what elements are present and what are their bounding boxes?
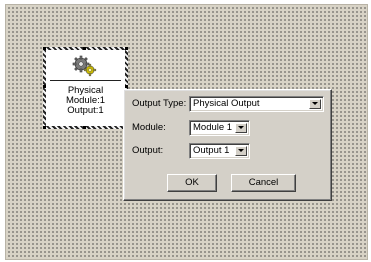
output-label: Output: bbox=[132, 145, 164, 156]
node-body: Physical Module:1 Output:1 bbox=[43, 47, 128, 129]
output-type-value: Physical Output bbox=[193, 98, 260, 109]
physical-output-node[interactable]: Physical Module:1 Output:1 bbox=[43, 47, 128, 129]
cancel-button[interactable]: Cancel bbox=[231, 174, 296, 192]
chevron-down-icon[interactable] bbox=[235, 123, 247, 133]
output-select[interactable]: Output 1 bbox=[189, 143, 250, 159]
module-label: Module: bbox=[132, 122, 166, 133]
ok-button[interactable]: OK bbox=[167, 174, 217, 192]
module-value: Module 1 bbox=[193, 122, 233, 133]
output-properties-dialog: Output Type: Physical Output Module: Mod… bbox=[123, 89, 332, 201]
node-output-label: Output:1 bbox=[67, 105, 104, 116]
resize-handle-tr[interactable] bbox=[125, 47, 128, 50]
resize-handle-r[interactable] bbox=[125, 85, 128, 88]
module-select[interactable]: Module 1 bbox=[189, 120, 250, 136]
resize-handle-b[interactable] bbox=[83, 126, 86, 129]
resize-handle-bl[interactable] bbox=[43, 126, 46, 129]
output-value: Output 1 bbox=[193, 145, 230, 156]
output-type-select[interactable]: Physical Output bbox=[189, 96, 324, 112]
node-divider bbox=[50, 80, 121, 81]
gears-icon bbox=[72, 55, 97, 77]
chevron-down-icon[interactable] bbox=[235, 146, 247, 156]
resize-handle-tl[interactable] bbox=[43, 47, 46, 50]
resize-handle-t[interactable] bbox=[83, 47, 86, 50]
chevron-down-icon[interactable] bbox=[309, 99, 321, 109]
output-type-label: Output Type: bbox=[132, 98, 187, 109]
